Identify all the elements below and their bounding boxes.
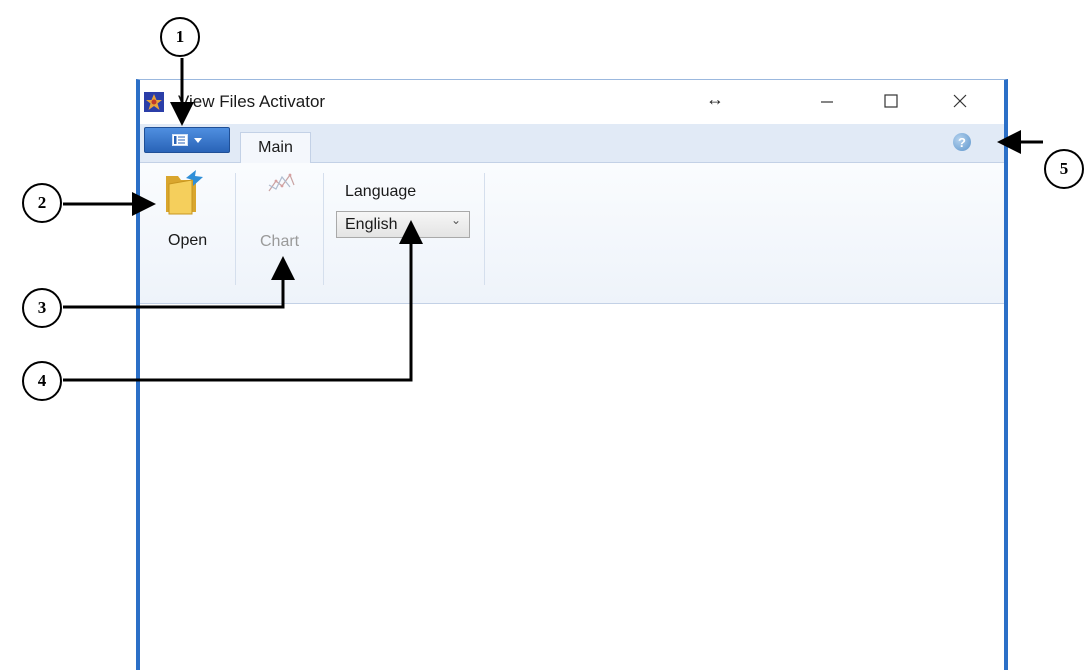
callout-5: 5 <box>1044 149 1084 189</box>
callout-4: 4 <box>22 361 62 401</box>
callout-1: 1 <box>160 17 200 57</box>
callout-2: 2 <box>22 183 62 223</box>
callout-3: 3 <box>22 288 62 328</box>
callout-3-arrow <box>63 256 295 309</box>
callout-arrows <box>63 58 1043 382</box>
callout-4-arrow <box>63 220 423 382</box>
